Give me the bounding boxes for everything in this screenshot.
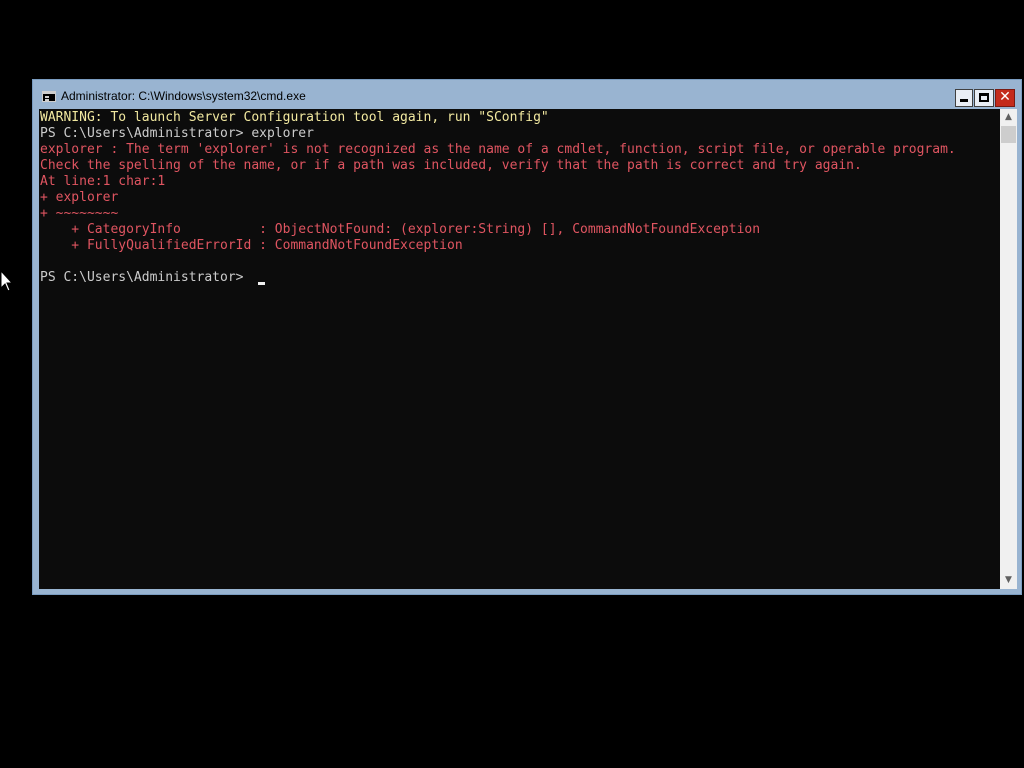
close-button[interactable]: ✕ (995, 89, 1015, 107)
maximize-icon (979, 93, 989, 102)
console-output[interactable]: WARNING: To launch Server Configuration … (39, 109, 1000, 589)
maximize-button[interactable] (974, 89, 994, 107)
window-title: Administrator: C:\Windows\system32\cmd.e… (61, 89, 306, 103)
scrollbar-thumb[interactable] (1001, 126, 1016, 143)
cmd-app-icon[interactable] (42, 91, 56, 102)
scroll-down-button[interactable]: ▼ (1000, 572, 1017, 589)
console-line: At line:1 char:1 (40, 174, 166, 189)
minimize-icon (960, 99, 968, 102)
text-cursor (258, 282, 265, 285)
close-icon: ✕ (999, 89, 1011, 105)
mouse-pointer-icon (0, 270, 14, 292)
console-line: explorer : The term 'explorer' is not re… (40, 142, 956, 157)
console-line: + FullyQualifiedErrorId : CommandNotFoun… (40, 238, 463, 253)
console-line: WARNING: To launch Server Configuration … (40, 110, 549, 125)
minimize-button[interactable] (955, 89, 973, 107)
scroll-up-button[interactable]: ▲ (1000, 109, 1017, 126)
console-prompt-line[interactable]: PS C:\Users\Administrator> (40, 270, 251, 286)
title-bar[interactable]: Administrator: C:\Windows\system32\cmd.e… (33, 80, 1021, 109)
console-line: + ~~~~~~~~ (40, 206, 119, 221)
console-line: + CategoryInfo : ObjectNotFound: (explor… (40, 222, 761, 237)
vertical-scrollbar[interactable]: ▲ ▼ (1000, 109, 1017, 589)
console-window[interactable]: Administrator: C:\Windows\system32\cmd.e… (32, 79, 1022, 595)
scroll-down-arrow-icon: ▼ (1005, 575, 1012, 585)
console-line: PS C:\Users\Administrator> explorer (40, 126, 314, 141)
desktop: Administrator: C:\Windows\system32\cmd.e… (0, 0, 1024, 768)
console-line: + explorer (40, 190, 119, 205)
console-line: Check the spelling of the name, or if a … (40, 158, 862, 173)
scroll-up-arrow-icon: ▲ (1005, 112, 1012, 122)
